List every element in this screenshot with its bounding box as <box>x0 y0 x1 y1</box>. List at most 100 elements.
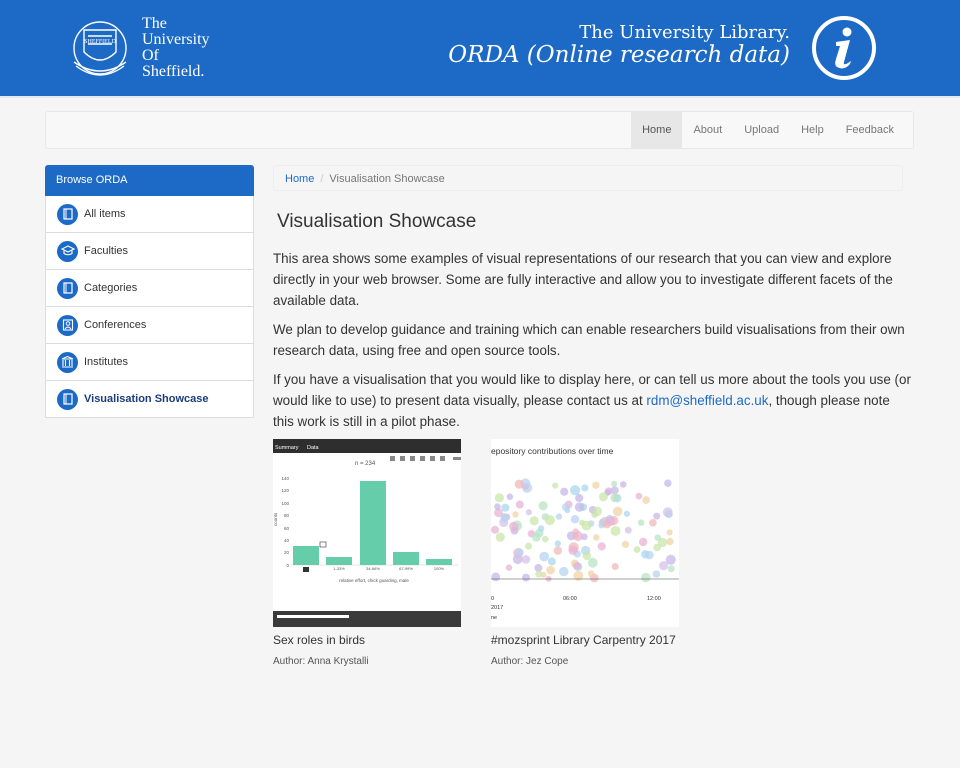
svg-text:counts: counts <box>273 512 278 526</box>
page-title: Visualisation Showcase <box>277 211 477 232</box>
showcase-thumbnail-birds[interactable]: Summary Data n = 234 counts 140 120 100 … <box>273 439 461 627</box>
svg-text:Summary: Summary <box>275 445 299 451</box>
sidebar-item-all-items[interactable]: All items <box>45 196 254 233</box>
scatter-dot <box>666 529 673 536</box>
contact-paragraph: If you have a visualisation that you wou… <box>273 369 913 432</box>
showcase-thumbnail-mozsprint[interactable]: epository contributions over time 0 06:0… <box>491 439 679 627</box>
scatter-dot <box>515 548 524 557</box>
scatter-dot <box>495 532 505 542</box>
scatter-dot <box>641 572 651 583</box>
svg-text:100: 100 <box>281 501 289 506</box>
scatter-dot <box>546 565 555 575</box>
scatter-dot <box>575 493 584 503</box>
svg-text:06:00: 06:00 <box>563 596 577 602</box>
breadcrumb: Home / Visualisation Showcase <box>273 165 903 191</box>
logo-line: Sheffield. <box>142 63 205 80</box>
sidebar-item-faculties[interactable]: Faculties <box>45 233 254 270</box>
svg-text:12:00: 12:00 <box>647 596 661 602</box>
scatter-dot <box>664 479 672 487</box>
nav-item-about[interactable]: About <box>682 112 733 148</box>
showcase-title[interactable]: #mozsprint Library Carpentry 2017 <box>491 633 676 647</box>
svg-text:Data: Data <box>307 445 320 451</box>
breadcrumb-current: Visualisation Showcase <box>329 173 445 185</box>
book-icon <box>57 203 78 225</box>
contact-email-link[interactable]: rdm@sheffield.ac.uk <box>646 393 768 408</box>
browse-sidebar: Browse ORDA All items Faculties Categori… <box>45 165 254 418</box>
scatter-dot <box>582 551 592 561</box>
scatter-dot <box>532 533 541 542</box>
book-icon <box>57 388 78 410</box>
scatter-dot <box>552 482 559 489</box>
scatter-dot <box>570 485 581 496</box>
svg-text:80: 80 <box>284 513 290 518</box>
scatter-dot <box>581 520 592 531</box>
svg-text:67-99%: 67-99% <box>399 566 413 571</box>
scatter-dot <box>539 551 550 562</box>
nav-item-feedback[interactable]: Feedback <box>835 112 905 148</box>
nav-menu: Home About Upload Help Feedback <box>631 112 905 148</box>
sidebar-item-visualisation-showcase[interactable]: Visualisation Showcase <box>45 381 254 418</box>
scatter-dot <box>553 546 562 555</box>
svg-text:1-33%: 1-33% <box>333 566 345 571</box>
showcase-title[interactable]: Sex roles in birds <box>273 633 365 647</box>
scatter-dot <box>525 509 532 516</box>
scatter-dot <box>592 481 600 489</box>
svg-text:140: 140 <box>281 476 289 481</box>
svg-text:2017: 2017 <box>491 605 503 611</box>
graduation-cap-icon <box>57 240 78 262</box>
top-navbar: Home About Upload Help Feedback <box>45 111 914 149</box>
scatter-dot <box>572 532 579 539</box>
scatter-dot <box>598 492 608 502</box>
svg-text:relative effort, chick guardin: relative effort, chick guarding, male <box>339 578 409 583</box>
scatter-dot <box>612 506 623 517</box>
bird-chart-image: Summary Data n = 234 counts 140 120 100 … <box>273 439 461 627</box>
scatter-dot <box>645 550 654 560</box>
sidebar-heading: Browse ORDA <box>45 165 254 196</box>
logo-line: Of <box>142 47 159 64</box>
scatter-dot <box>506 493 514 501</box>
scatter-dot <box>597 542 606 551</box>
scatter-dot <box>514 479 524 489</box>
scatter-dot <box>522 573 530 582</box>
scatter-dot <box>611 563 619 570</box>
breadcrumb-home-link[interactable]: Home <box>285 173 314 185</box>
svg-text:epository contributions over t: epository contributions over time <box>491 446 614 456</box>
sidebar-item-conferences[interactable]: Conferences <box>45 307 254 344</box>
svg-text:0: 0 <box>491 596 494 602</box>
scatter-dot <box>547 557 556 566</box>
plan-paragraph: We plan to develop guidance and training… <box>273 322 905 358</box>
logo-line: University <box>142 31 210 48</box>
scatter-dot <box>555 513 563 520</box>
header-divider <box>0 96 960 98</box>
scatter-dot <box>666 537 674 546</box>
info-icon[interactable] <box>810 14 878 82</box>
nav-item-home[interactable]: Home <box>631 112 683 148</box>
person-icon <box>57 314 78 336</box>
building-icon <box>57 351 78 373</box>
scatter-dot <box>667 565 675 573</box>
svg-text:n = 234: n = 234 <box>355 461 376 467</box>
scatter-dot <box>494 493 504 503</box>
sidebar-item-categories[interactable]: Categories <box>45 270 254 307</box>
scatter-dot <box>544 515 555 526</box>
scatter-dot <box>649 519 657 527</box>
scatter-dot <box>635 492 643 500</box>
scatter-dot <box>515 500 524 509</box>
scatter-dot <box>574 502 585 512</box>
svg-text:120: 120 <box>281 488 289 493</box>
sidebar-item-label: Visualisation Showcase <box>84 393 209 405</box>
nav-item-upload[interactable]: Upload <box>733 112 790 148</box>
scatter-dot <box>505 564 513 571</box>
scatter-dot <box>535 570 543 578</box>
scatter-dot <box>592 506 602 517</box>
nav-item-help[interactable]: Help <box>790 112 835 148</box>
scatter-dot <box>561 503 570 511</box>
scatter-dot <box>521 555 531 564</box>
sidebar-item-institutes[interactable]: Institutes <box>45 344 254 381</box>
scatter-dot <box>509 521 519 532</box>
svg-text:SHEFFIELD: SHEFFIELD <box>84 39 116 45</box>
logo-line: The <box>142 15 167 32</box>
mozsprint-chart-image: epository contributions over time 0 06:0… <box>491 446 679 621</box>
showcase-author: Author: Jez Cope <box>491 656 569 667</box>
scatter-dot <box>610 525 621 536</box>
